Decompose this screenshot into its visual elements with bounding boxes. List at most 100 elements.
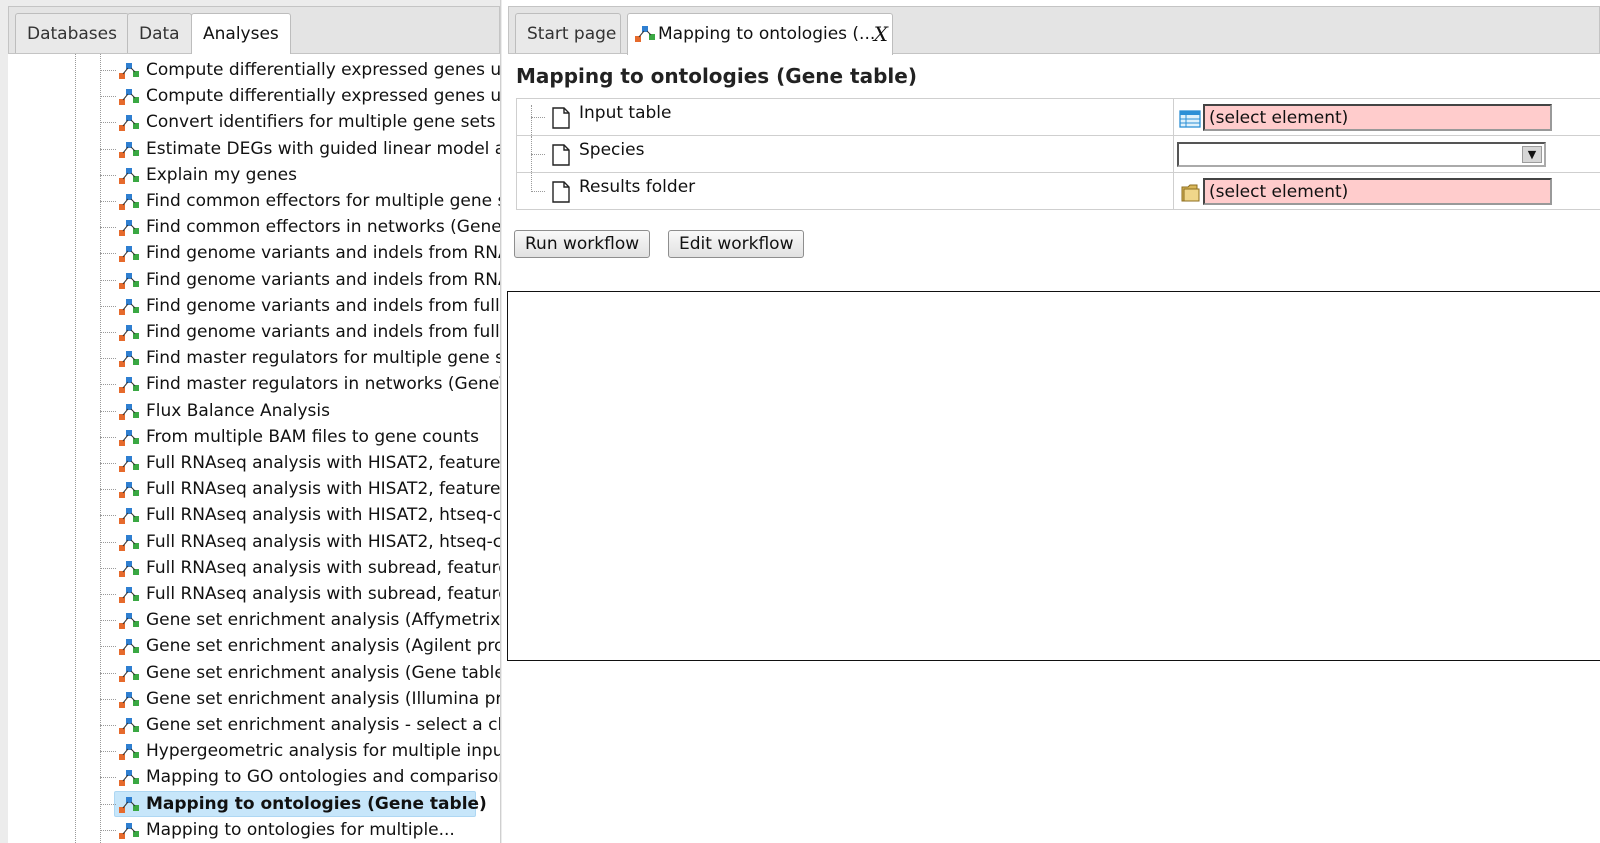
left-tab-bar: Databases Data Analyses — [8, 6, 500, 55]
tree-connector — [100, 96, 116, 98]
workflow-icon — [119, 613, 139, 630]
run-workflow-button[interactable]: Run workflow — [514, 230, 651, 258]
folder-icon — [1181, 184, 1200, 202]
tab-databases[interactable]: Databases — [15, 13, 129, 53]
tree-connector — [100, 305, 116, 307]
parameters-table: Input table (select element) Species ▼ R… — [516, 98, 1600, 210]
column-divider — [1173, 99, 1174, 135]
tab-mapping-to-ontologies[interactable]: Mapping to ontologies (... X — [627, 13, 893, 55]
tab-data[interactable]: Data — [127, 13, 192, 53]
param-row-input-table: Input table (select element) — [517, 99, 1600, 136]
tree-item-label: Hypergeometric analysis for multiple inp… — [146, 741, 500, 762]
column-divider — [1173, 173, 1174, 210]
tree-item-label: Full RNAseq analysis with subread, featu… — [146, 557, 500, 578]
tree-item-label: Explain my genes — [146, 164, 297, 185]
tree-item-label: Gene set enrichment analysis (Illumina p… — [146, 688, 500, 709]
tree-item-label: Find master regulators for multiple gene… — [146, 348, 500, 369]
workflow-icon — [119, 325, 139, 341]
tree-connector — [100, 463, 116, 464]
tab-start-page[interactable]: Start page — [515, 13, 621, 53]
analyses-tree[interactable]: Compute differentially expressed genes u… — [8, 54, 500, 843]
workflow-icon — [119, 115, 139, 132]
tree-connector — [100, 174, 116, 176]
tree-connector — [531, 154, 545, 155]
workflow-icon — [635, 26, 655, 42]
workflow-icon — [119, 822, 139, 839]
tree-connector — [100, 620, 116, 622]
tree-connector — [100, 777, 116, 779]
workflow-icon — [119, 377, 139, 394]
tab-analyses[interactable]: Analyses — [191, 13, 291, 55]
workflow-icon — [119, 351, 139, 368]
document-icon — [552, 144, 570, 166]
right-panel: Start page Mapping to ontologies (... X … — [502, 0, 1600, 843]
tree-connector — [531, 117, 545, 118]
workflow-icon — [119, 665, 139, 682]
species-dropdown[interactable]: ▼ — [1177, 142, 1546, 167]
tree-item-label: Full RNAseq analysis with HISAT2, htseq-… — [146, 531, 500, 552]
tree-item-label: Find master regulators in networks (Gene… — [146, 374, 500, 395]
tab-mapping-label: Mapping to ontologies (... — [658, 24, 876, 44]
workflow-icon — [119, 167, 139, 184]
param-label-results-folder: Results folder — [579, 177, 696, 197]
param-row-species: Species ▼ — [517, 136, 1600, 173]
workflow-icon — [119, 194, 139, 210]
table-icon — [1179, 110, 1201, 128]
tree-guide-line — [75, 54, 76, 843]
tree-connector — [100, 410, 116, 412]
tree-item-label: Compute differentially expressed genes u… — [146, 86, 500, 107]
tree-guide-line — [531, 105, 532, 135]
tree-connector — [100, 541, 116, 543]
workflow-icon — [119, 89, 139, 106]
param-label-species: Species — [579, 140, 645, 160]
workflow-icon — [119, 691, 139, 708]
document-icon — [552, 181, 570, 203]
tab-start-page-label: Start page — [527, 24, 617, 44]
tree-item-label: Gene set enrichment analysis (Gene table… — [146, 662, 500, 683]
param-label-input-table: Input table — [579, 103, 672, 123]
workflow-icon — [119, 770, 139, 787]
tree-connector — [100, 227, 116, 229]
chevron-down-icon[interactable]: ▼ — [1522, 146, 1542, 163]
tree-connector — [100, 279, 116, 281]
tree-item-label: Gene set enrichment analysis - select a … — [146, 715, 500, 735]
workflow-icon — [119, 246, 139, 263]
tree-connector — [100, 201, 116, 202]
left-panel: Databases Data Analyses Compute differen… — [0, 0, 501, 843]
workflow-icon — [119, 560, 139, 577]
input-table-selector[interactable]: (select element) — [1203, 104, 1552, 131]
workflow-icon — [119, 63, 139, 79]
workflow-icon — [119, 456, 139, 472]
workflow-icon — [119, 718, 139, 734]
tree-item-label: Gene set enrichment analysis (Agilent pr… — [146, 636, 500, 657]
close-tab-button[interactable]: X — [874, 14, 888, 54]
tree-connector — [100, 515, 116, 517]
tree-item-label: Convert identifiers for multiple gene se… — [146, 112, 496, 133]
tree-connector — [100, 148, 116, 150]
tree-item-label: Mapping to ontologies (Gene table) — [146, 793, 487, 814]
tree-item-label: Gene set enrichment analysis (Affymetrix — [146, 610, 500, 631]
workflow-icon — [119, 639, 139, 656]
tree-connector — [100, 567, 116, 569]
workflow-icon — [119, 141, 139, 158]
tree-connector — [531, 191, 545, 192]
tree-item-label: Full RNAseq analysis with HISAT2, featur… — [146, 479, 500, 500]
results-folder-selector[interactable]: (select element) — [1203, 178, 1552, 205]
tree-item-label: Estimate DEGs with guided linear model a — [146, 138, 500, 159]
tree-connector — [100, 672, 116, 674]
tree-connector — [100, 384, 116, 386]
app-window: Databases Data Analyses Compute differen… — [0, 0, 1600, 843]
workflow-icon — [119, 744, 139, 761]
tree-item-label: Mapping to GO ontologies and comparison — [146, 767, 500, 788]
tree-connector — [100, 803, 116, 805]
tree-item-label: Compute differentially expressed genes u… — [146, 60, 500, 80]
tree-item-label: Find genome variants and indels from ful… — [146, 295, 500, 316]
edit-workflow-button[interactable]: Edit workflow — [668, 230, 805, 258]
tree-guide-line — [531, 173, 532, 192]
tree-connector — [100, 332, 116, 333]
document-icon — [552, 107, 570, 129]
tree-item-label: Find genome variants and indels from RNA — [146, 243, 500, 264]
workflow-icon — [119, 298, 139, 315]
page-title: Mapping to ontologies (Gene table) — [516, 64, 917, 88]
tree-item-label: Full RNAseq analysis with subread, featu… — [146, 584, 500, 604]
